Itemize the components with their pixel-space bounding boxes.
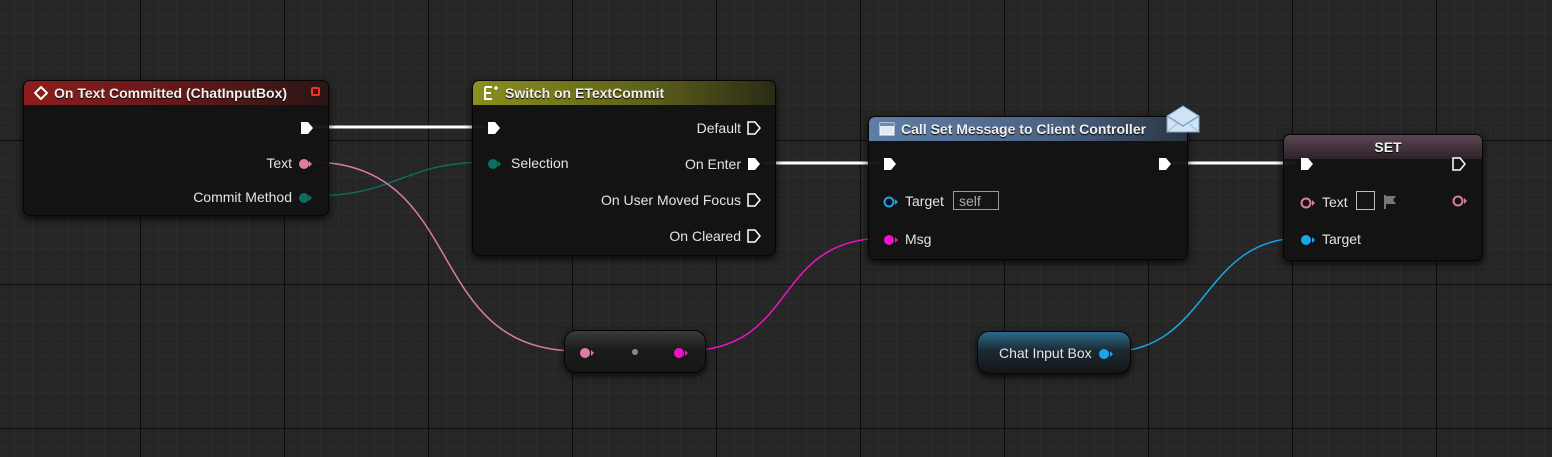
set-node[interactable]: SET Text Target: [1283, 134, 1483, 261]
set-exec-in-pin[interactable]: [1300, 157, 1314, 176]
event-text-label: Text: [266, 155, 292, 171]
call-target-default-field[interactable]: self: [953, 191, 999, 210]
switch-on-user-moved-focus-pin[interactable]: [747, 193, 761, 212]
set-node-title: SET: [1374, 139, 1402, 155]
call-msg-label: Msg: [905, 231, 932, 247]
switch-exec-in-pin[interactable]: [487, 121, 501, 140]
switch-selection-pin[interactable]: [487, 157, 501, 175]
message-envelope-icon: [1165, 104, 1201, 139]
variable-out-pin[interactable]: [1098, 347, 1114, 365]
switch-node[interactable]: Switch on ETextCommit Selection Default …: [472, 80, 776, 256]
conversion-dot-icon: [632, 349, 638, 355]
call-node-set-message[interactable]: Call Set Message to Client Controller Ta…: [868, 116, 1188, 260]
set-node-header[interactable]: SET: [1284, 135, 1482, 159]
call-target-label: Target: [905, 193, 944, 209]
call-node-header[interactable]: Call Set Message to Client Controller: [869, 117, 1187, 141]
event-diamond-icon: [34, 86, 48, 100]
event-commit-method-pin[interactable]: [298, 191, 312, 209]
event-node-title: On Text Committed (ChatInputBox): [54, 85, 288, 101]
event-text-pin[interactable]: [298, 157, 312, 175]
conversion-text-in-pin[interactable]: [579, 346, 595, 364]
switch-default-label: Default: [696, 120, 741, 136]
event-node-header[interactable]: On Text Committed (ChatInputBox): [24, 81, 328, 105]
event-node-on-text-committed[interactable]: On Text Committed (ChatInputBox) Text Co…: [23, 80, 329, 216]
variable-label: Chat Input Box: [999, 345, 1092, 361]
switch-on-cleared-pin[interactable]: [747, 229, 761, 248]
set-text-label: Text: [1322, 194, 1348, 210]
switch-on-enter-label: On Enter: [684, 156, 741, 172]
set-text-in-pin[interactable]: [1300, 196, 1316, 214]
set-exec-out-pin[interactable]: [1452, 157, 1466, 176]
enum-wire: [309, 161, 491, 197]
set-text-value-field[interactable]: [1356, 191, 1375, 210]
switch-node-title: Switch on ETextCommit: [505, 85, 665, 101]
switch-on-enter-pin[interactable]: [747, 157, 761, 176]
function-icon: [879, 122, 895, 136]
delegate-pin-icon[interactable]: [311, 87, 320, 96]
call-exec-out-pin[interactable]: [1158, 157, 1172, 176]
switch-selection-label: Selection: [511, 155, 569, 171]
call-target-pin[interactable]: [883, 195, 899, 213]
text-to-string-conversion-node[interactable]: [564, 330, 706, 373]
set-text-out-pin[interactable]: [1452, 194, 1468, 212]
flag-icon[interactable]: [1382, 194, 1398, 215]
set-target-label: Target: [1322, 231, 1361, 247]
conversion-string-out-pin[interactable]: [673, 346, 689, 364]
switch-on-cleared-label: On Cleared: [669, 228, 741, 244]
switch-enum-icon: [483, 85, 499, 101]
switch-on-user-moved-focus-label: On User Moved Focus: [600, 192, 741, 208]
set-target-pin[interactable]: [1300, 233, 1316, 251]
call-msg-pin[interactable]: [883, 233, 899, 251]
switch-default-pin[interactable]: [747, 121, 761, 140]
event-commit-method-label: Commit Method: [193, 189, 292, 205]
call-exec-in-pin[interactable]: [883, 157, 897, 176]
switch-node-header[interactable]: Switch on ETextCommit: [473, 81, 775, 105]
chat-input-box-variable-node[interactable]: Chat Input Box: [977, 331, 1131, 374]
exec-out-pin[interactable]: [300, 121, 314, 140]
call-node-title: Call Set Message to Client Controller: [901, 121, 1147, 137]
